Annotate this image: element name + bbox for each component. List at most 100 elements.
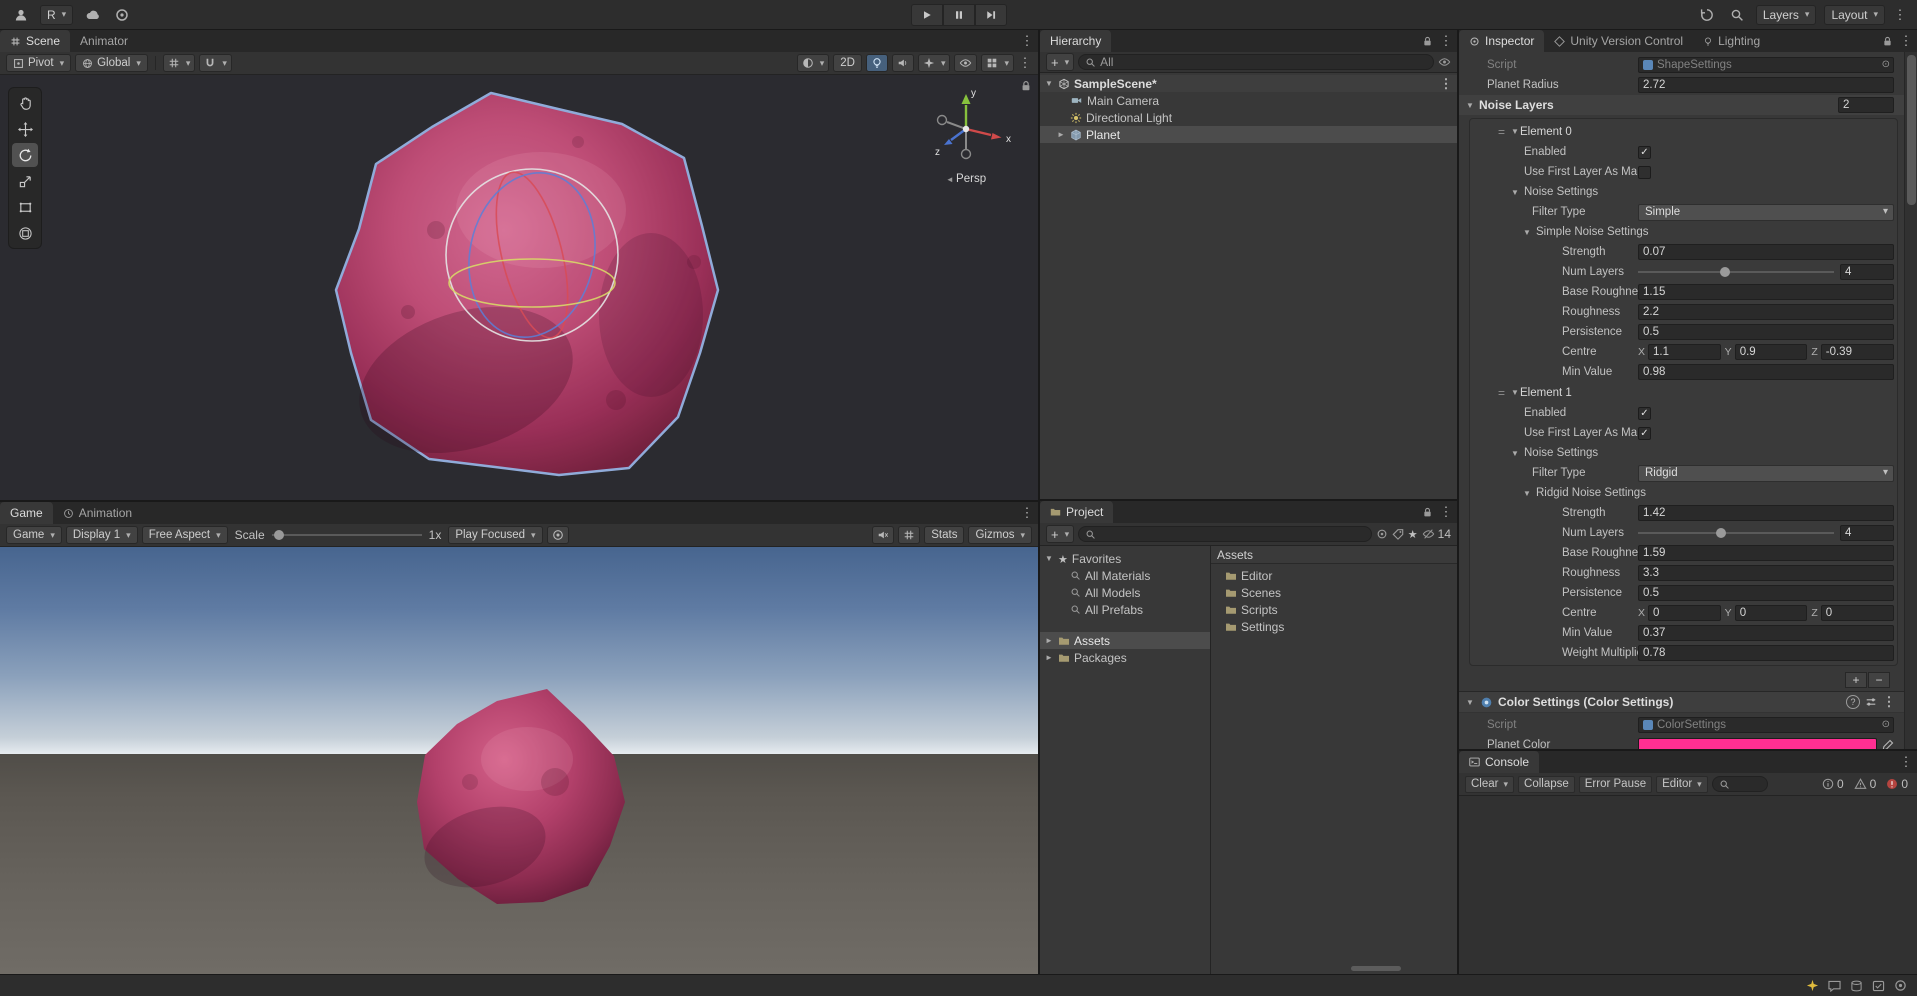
kebab-icon[interactable] bbox=[1439, 76, 1453, 92]
object-picker-icon[interactable] bbox=[1882, 718, 1890, 732]
notification-bell-icon[interactable] bbox=[1806, 979, 1819, 992]
move-tool[interactable] bbox=[12, 117, 38, 141]
search-icon[interactable] bbox=[1726, 5, 1748, 25]
tab-version-control[interactable]: Unity Version Control bbox=[1544, 30, 1693, 52]
element-1-header[interactable]: Element 1 bbox=[1470, 382, 1897, 403]
roughness-field[interactable]: 3.3 bbox=[1638, 565, 1894, 581]
aspect-dropdown[interactable]: Free Aspect bbox=[141, 526, 228, 544]
console-log-area[interactable] bbox=[1459, 796, 1917, 974]
project-search-input[interactable] bbox=[1078, 526, 1372, 542]
hierarchy-item-directional-light[interactable]: Directional Light bbox=[1040, 109, 1457, 126]
eyedropper-icon[interactable] bbox=[1881, 739, 1894, 750]
add-element-button[interactable] bbox=[1845, 672, 1867, 688]
simple-noise-settings-foldout[interactable]: Simple Noise Settings bbox=[1470, 226, 1894, 238]
num-layers-slider[interactable] bbox=[1638, 526, 1834, 540]
tab-hierarchy[interactable]: Hierarchy bbox=[1040, 30, 1112, 52]
scrollbar-thumb[interactable] bbox=[1907, 55, 1916, 205]
weight-multiplier-field[interactable]: 0.78 bbox=[1638, 645, 1894, 661]
foldout-icon[interactable] bbox=[1465, 698, 1475, 707]
stats-toggle[interactable]: Stats bbox=[924, 526, 965, 544]
favorite-all-models[interactable]: All Models bbox=[1040, 584, 1210, 601]
editor-dropdown[interactable]: Editor bbox=[1656, 775, 1708, 793]
color-settings-header[interactable]: Color Settings (Color Settings) bbox=[1459, 691, 1904, 713]
noise-settings-foldout[interactable]: Noise Settings bbox=[1470, 447, 1894, 459]
hierarchy-item-planet[interactable]: Planet bbox=[1040, 126, 1457, 143]
kebab-icon[interactable] bbox=[1899, 33, 1913, 49]
strength-field[interactable]: 1.42 bbox=[1638, 505, 1894, 521]
foldout-icon[interactable] bbox=[1510, 388, 1520, 397]
eye-icon[interactable] bbox=[1438, 56, 1451, 68]
kebab-icon[interactable] bbox=[1020, 505, 1034, 521]
foldout-icon[interactable] bbox=[1044, 636, 1054, 645]
strength-field[interactable]: 0.07 bbox=[1638, 244, 1894, 260]
account-avatar-icon[interactable] bbox=[10, 5, 32, 25]
planet-color-swatch[interactable] bbox=[1638, 738, 1877, 749]
mute-audio-button[interactable] bbox=[872, 526, 895, 544]
step-button[interactable] bbox=[974, 4, 1007, 26]
tab-animation[interactable]: Animation bbox=[53, 502, 142, 524]
folder-settings[interactable]: Settings bbox=[1211, 618, 1457, 635]
rect-tool[interactable] bbox=[12, 195, 38, 219]
kebab-icon[interactable] bbox=[1439, 504, 1453, 520]
color-script-field[interactable]: ColorSettings bbox=[1638, 717, 1894, 733]
drag-handle-icon[interactable] bbox=[1498, 125, 1510, 139]
centre-x-field[interactable]: 1.1 bbox=[1648, 344, 1721, 360]
use-first-layer-checkbox[interactable] bbox=[1638, 165, 1651, 179]
centre-y-field[interactable]: 0.9 bbox=[1734, 344, 1808, 360]
2d-toggle[interactable]: 2D bbox=[833, 54, 862, 72]
lock-icon[interactable] bbox=[1422, 35, 1433, 47]
enabled-checkbox[interactable] bbox=[1638, 145, 1651, 159]
foldout-icon[interactable] bbox=[1465, 101, 1475, 110]
display-dropdown[interactable]: Display 1 bbox=[65, 526, 138, 544]
info-count-badge[interactable]: 0 bbox=[1819, 777, 1847, 791]
transform-tool[interactable] bbox=[12, 221, 38, 245]
persistence-field[interactable]: 0.5 bbox=[1638, 585, 1894, 601]
scale-slider[interactable] bbox=[271, 528, 422, 542]
noise-layers-header[interactable]: Noise Layers 2 bbox=[1459, 95, 1904, 115]
saved-search-icon[interactable] bbox=[1408, 527, 1418, 541]
snap-dropdown[interactable] bbox=[199, 54, 232, 72]
kebab-icon[interactable] bbox=[1439, 33, 1453, 49]
enabled-checkbox[interactable] bbox=[1638, 406, 1651, 420]
perspective-toggle[interactable]: Persp bbox=[906, 173, 1026, 185]
account-dropdown[interactable]: R bbox=[40, 4, 74, 25]
packages-root-row[interactable]: Packages bbox=[1040, 649, 1210, 666]
scene-root-row[interactable]: SampleScene* bbox=[1040, 75, 1457, 92]
create-asset-dropdown[interactable]: + bbox=[1046, 525, 1075, 543]
hand-tool[interactable] bbox=[12, 91, 38, 115]
layout-dropdown[interactable]: Layout bbox=[1824, 4, 1885, 25]
num-layers-slider[interactable] bbox=[1638, 265, 1834, 279]
lock-icon[interactable] bbox=[1422, 506, 1433, 518]
console-search-input[interactable] bbox=[1711, 776, 1769, 792]
tab-inspector[interactable]: Inspector bbox=[1459, 30, 1545, 52]
hierarchy-search-input[interactable]: All bbox=[1078, 54, 1434, 70]
activity-indicator-icon[interactable] bbox=[1894, 979, 1907, 992]
kebab-icon[interactable] bbox=[1893, 7, 1907, 23]
foldout-icon[interactable] bbox=[1044, 79, 1054, 88]
folder-scripts[interactable]: Scripts bbox=[1211, 601, 1457, 618]
layers-dropdown[interactable]: Layers bbox=[1755, 4, 1817, 25]
favorite-all-prefabs[interactable]: All Prefabs bbox=[1040, 601, 1210, 618]
clear-button[interactable]: Clear bbox=[1465, 775, 1515, 793]
kebab-icon[interactable] bbox=[1899, 754, 1913, 770]
kebab-icon[interactable] bbox=[1020, 33, 1034, 49]
min-value-field[interactable]: 0.37 bbox=[1638, 625, 1894, 641]
ridgid-noise-settings-foldout[interactable]: Ridgid Noise Settings bbox=[1470, 487, 1894, 499]
base-roughness-field[interactable]: 1.15 bbox=[1638, 284, 1894, 300]
pause-button[interactable] bbox=[942, 4, 975, 26]
lock-icon[interactable] bbox=[1882, 35, 1893, 47]
lighting-toggle[interactable] bbox=[865, 54, 888, 72]
error-count-badge[interactable]: 0 bbox=[1883, 777, 1911, 791]
search-by-type-icon[interactable] bbox=[1376, 528, 1388, 540]
inspector-scrollbar[interactable] bbox=[1904, 52, 1917, 749]
base-roughness-field[interactable]: 1.59 bbox=[1638, 545, 1894, 561]
scene-viewport[interactable]: y x z Persp bbox=[0, 75, 1038, 500]
scene-visibility-toggle[interactable] bbox=[954, 54, 978, 72]
remove-element-button[interactable] bbox=[1868, 672, 1890, 688]
drag-handle-icon[interactable] bbox=[1498, 386, 1510, 400]
game-view-dropdown[interactable]: Game bbox=[6, 526, 62, 544]
code-coverage-icon[interactable] bbox=[1872, 980, 1885, 992]
planet-radius-field[interactable]: 2.72 bbox=[1638, 77, 1894, 93]
array-size-field[interactable]: 2 bbox=[1838, 97, 1894, 113]
effects-dropdown[interactable] bbox=[917, 54, 951, 72]
